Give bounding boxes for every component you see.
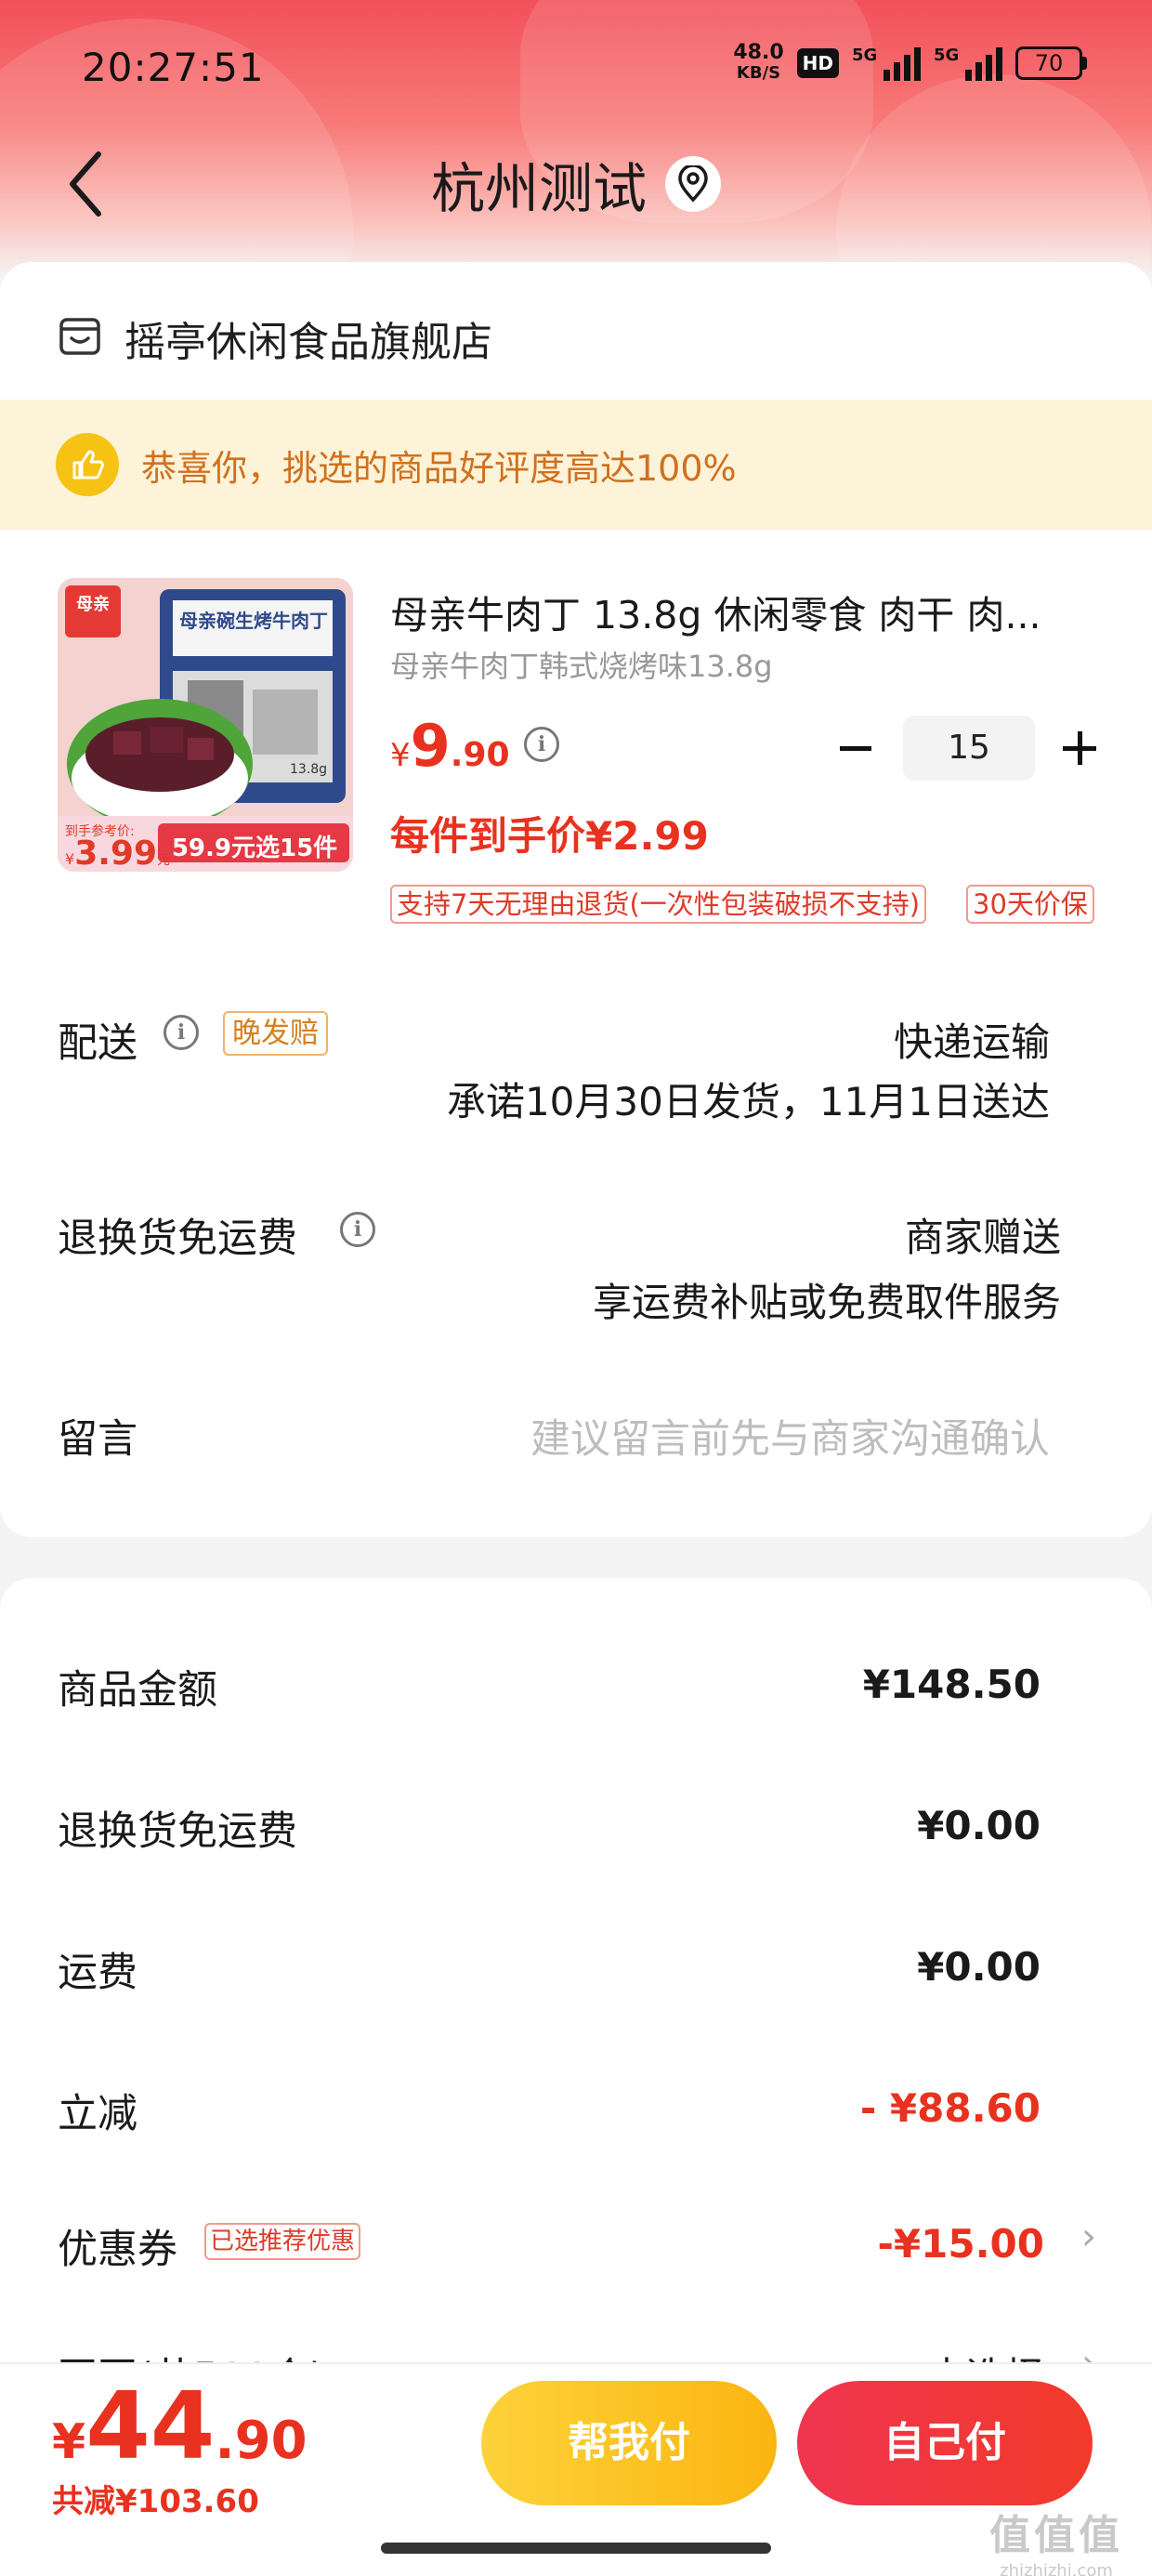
hd-icon: HD	[796, 48, 839, 78]
product-title[interactable]: 母亲牛肉丁 13.8g 休闲零食 肉干 肉...	[390, 584, 1096, 639]
status-time: 20:27:51	[82, 45, 265, 90]
return-freight-summary-label: 退换货免运费	[58, 1808, 297, 1855]
product-brand: 母亲	[76, 595, 110, 614]
thumbs-up-icon	[56, 433, 119, 496]
return-policy-tag: 支持7天无理由退货(一次性包装破损不支持)	[390, 885, 927, 924]
shipping-fee: ¥0.00	[917, 1944, 1041, 1990]
praise-banner: 恭喜你，挑选的商品好评度高达100%	[0, 400, 1152, 530]
watermark: 值值值 zhizhizhi.com	[989, 2512, 1123, 2576]
page-title: 杭州测试	[0, 145, 1152, 223]
signal-icon: 5G	[852, 46, 921, 81]
self-pay-button[interactable]: 自己付	[797, 2381, 1093, 2505]
delivery-label: 配送	[58, 1020, 137, 1067]
chevron-right-icon[interactable]: ›	[1081, 2215, 1096, 2258]
info-icon[interactable]: i	[524, 727, 559, 762]
return-freight-label: 退换货免运费	[58, 1216, 297, 1262]
product-ref-price: ¥3.99元	[65, 835, 171, 872]
hand-price: 每件到手价¥2.99	[390, 813, 709, 859]
header-background	[0, 0, 1152, 279]
message-label: 留言	[58, 1416, 137, 1463]
message-input[interactable]: 建议留言前先与商家沟通确认	[530, 1407, 1050, 1465]
return-freight-value: 商家赠送	[904, 1215, 1061, 1260]
signal-icon: 5G	[934, 46, 1002, 81]
order-card: 摇亭休闲食品旗舰店 恭喜你，挑选的商品好评度高达100% 母亲 母亲碗生烤牛肉丁…	[0, 262, 1152, 1537]
coupon-amount[interactable]: -¥15.00	[877, 2221, 1044, 2267]
total-reduced: 共减¥103.60	[52, 2483, 259, 2520]
network-speed: 48.0 KB/S	[733, 41, 784, 84]
store-name: 摇亭休闲食品旗舰店	[124, 319, 492, 366]
product-pack-name: 母亲碗生烤牛肉丁	[179, 610, 328, 632]
battery-icon: 70	[1015, 46, 1087, 80]
store-icon	[58, 314, 102, 362]
minus-icon[interactable]	[829, 718, 888, 778]
product-sku[interactable]: 母亲牛肉丁韩式烧烤味13.8g	[390, 643, 773, 686]
status-icons: 48.0 KB/S HD 5G 5G 70	[733, 43, 1087, 84]
delivery-promise: 承诺10月30日发货，11月1日送达	[446, 1079, 1050, 1124]
product-price: ¥9.90	[390, 712, 510, 780]
praise-text: 恭喜你，挑选的商品好评度高达100%	[141, 447, 737, 489]
price-protect-tag: 30天价保	[966, 885, 1094, 924]
goods-amount: ¥148.50	[862, 1662, 1041, 1707]
coupon-label: 优惠券	[58, 2227, 177, 2273]
return-freight-summary: ¥0.00	[917, 1803, 1041, 1848]
discount-amount: - ¥88.60	[859, 2085, 1041, 2131]
help-pay-button[interactable]: 帮我付	[481, 2381, 777, 2505]
delivery-method[interactable]: 快递运输	[894, 1011, 1050, 1068]
product-promo: 59.9元选15件	[171, 835, 338, 862]
total-price: ¥44.90	[52, 2372, 308, 2480]
product-image[interactable]: 母亲 母亲碗生烤牛肉丁 13.8g 到手参考价: ¥3.99元 59.9元选15…	[58, 578, 353, 872]
location-pin-icon[interactable]	[665, 156, 721, 212]
shipping-label: 运费	[58, 1950, 137, 1996]
goods-amount-label: 商品金额	[58, 1667, 217, 1714]
store-row[interactable]: 摇亭休闲食品旗舰店	[58, 309, 492, 368]
plus-icon[interactable]	[1050, 718, 1109, 778]
discount-label: 立减	[58, 2091, 137, 2137]
coupon-recommended-badge: 已选推荐优惠	[204, 2223, 361, 2260]
late-compensation-badge: 晚发赔	[223, 1011, 328, 1056]
info-icon[interactable]: i	[164, 1015, 199, 1050]
info-icon[interactable]: i	[340, 1212, 375, 1247]
home-indicator[interactable]	[381, 2543, 771, 2554]
return-freight-desc: 享运费补贴或免费取件服务	[592, 1280, 1061, 1325]
quantity-input[interactable]: 15	[903, 716, 1035, 781]
product-pack-weight: 13.8g	[290, 762, 328, 777]
quantity-stepper: 15	[829, 716, 1109, 781]
